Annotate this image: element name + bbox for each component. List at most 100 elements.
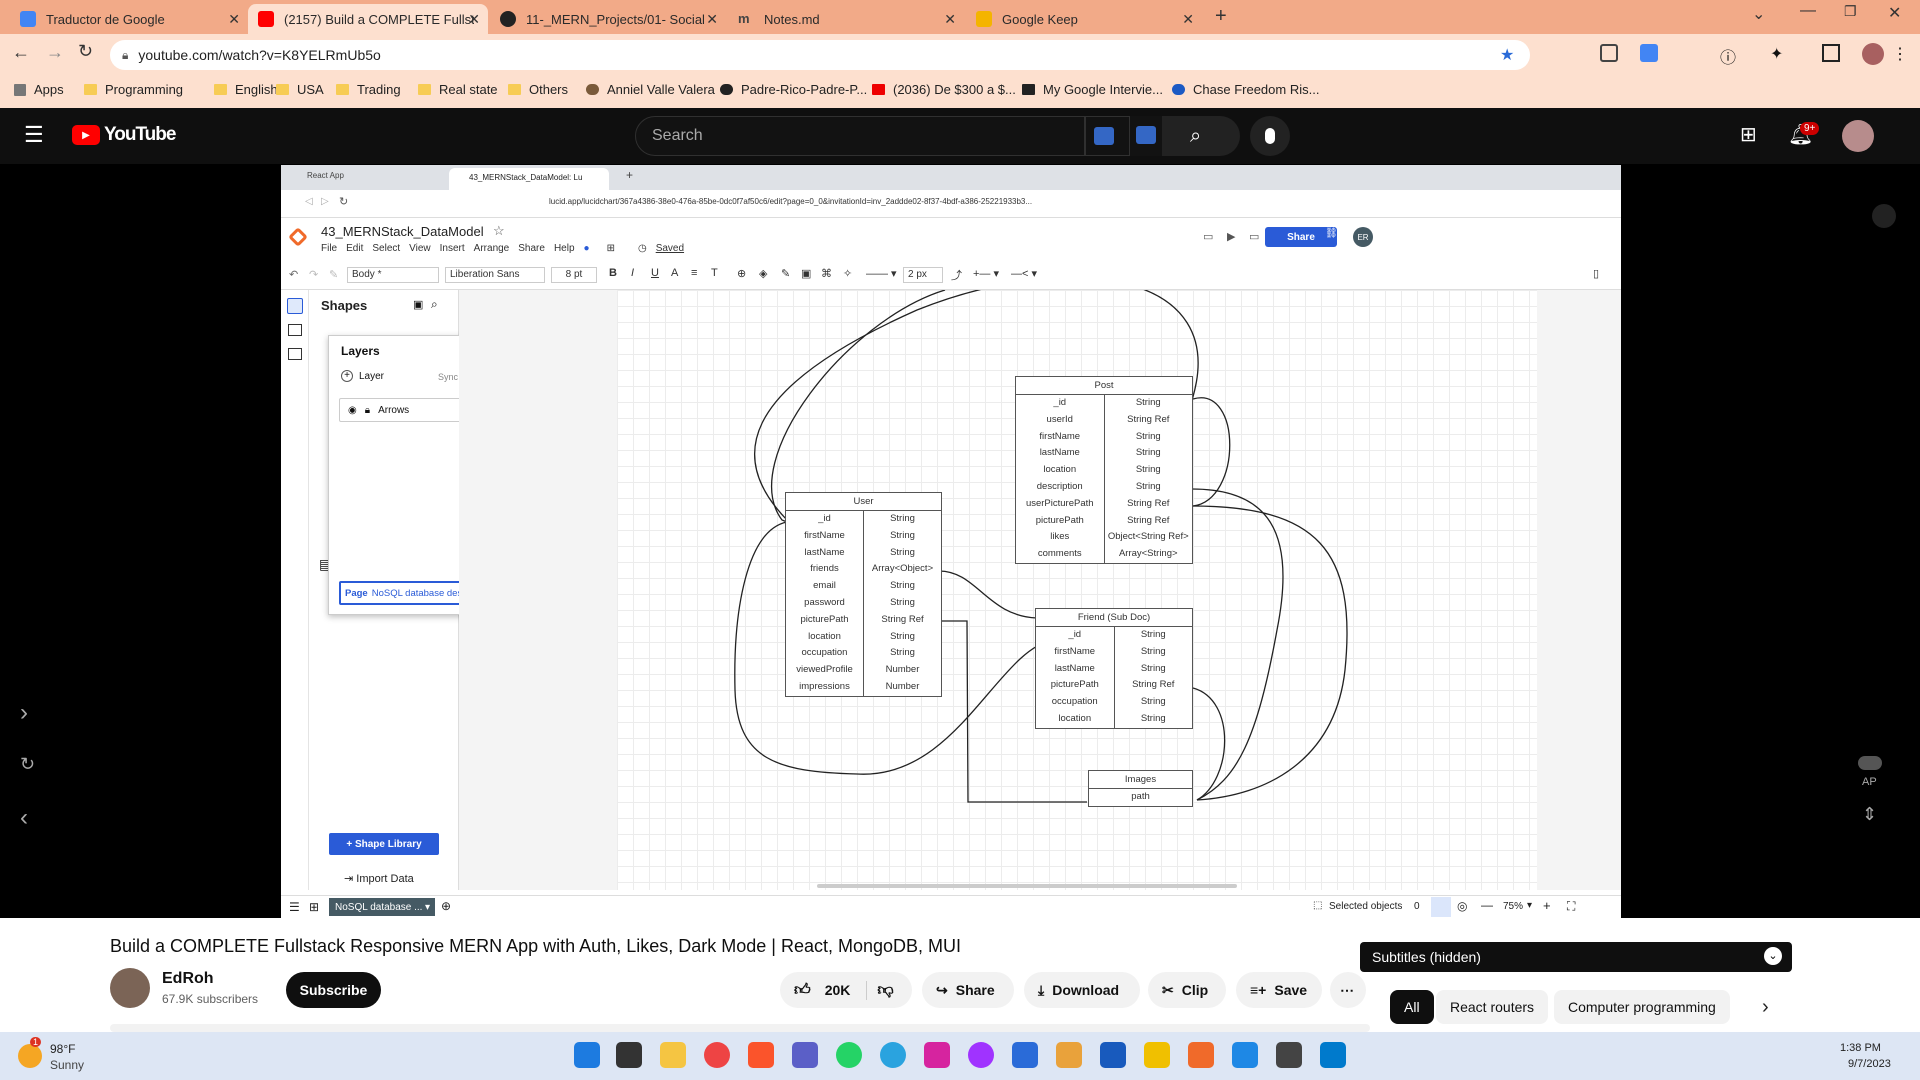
image-icon[interactable]: ▣ [801, 267, 811, 280]
import-data-button[interactable]: ⇥ Import Data [344, 872, 414, 886]
bold-icon[interactable]: B [609, 267, 617, 279]
windows-start-icon[interactable] [574, 1042, 600, 1068]
bookmark-anniel[interactable]: Anniel Valle Valera [586, 82, 715, 97]
bookmark-programming[interactable]: Programming [84, 82, 183, 97]
chevron-down-icon[interactable]: ▾ [425, 902, 430, 913]
inner-reload-icon[interactable]: ↻ [339, 195, 348, 208]
chip-react-routers[interactable]: React routers [1436, 990, 1549, 1024]
bookmark-padre-rico[interactable]: Padre-Rico-Padre-P... [720, 82, 867, 97]
line-shape-icon[interactable]: ⤴ [951, 267, 962, 283]
sidebar-icon[interactable] [1822, 44, 1840, 62]
vscode-icon[interactable] [1320, 1042, 1346, 1068]
youtube-logo[interactable]: ▶ YouTube [72, 124, 176, 146]
image-search-icon[interactable]: ▣ [413, 298, 423, 311]
italic-icon[interactable]: I [631, 267, 634, 279]
entity-post[interactable]: Post _id String userId String Ref firstNam… [1015, 376, 1193, 564]
line-color-icon[interactable]: ✎ [781, 267, 790, 280]
account-avatar[interactable] [1842, 120, 1874, 152]
add-layer-button[interactable]: + Layer [341, 370, 384, 382]
zoom-dropdown-icon[interactable]: ▾ [1527, 900, 1532, 911]
document-title[interactable]: 43_MERNStack_DataModel [321, 224, 484, 239]
url-field[interactable]: 🔒︎ youtube.com/watch?v=K8YELRmUb5o ★ [110, 40, 1530, 70]
entity-user[interactable]: User _id String firstName String lastName S… [785, 492, 942, 697]
inner-tab-lucid[interactable]: 43_MERNStack_DataModel: Lu [449, 168, 609, 190]
task-view-icon[interactable] [616, 1042, 642, 1068]
entity-friend-subdoc[interactable]: Friend (Sub Doc) _id String firstName Stri… [1035, 608, 1193, 729]
page-tab[interactable]: NoSQL database ... ▾ [329, 898, 435, 916]
video-icon[interactable]: ▭ [1249, 230, 1259, 243]
search-icon[interactable]: ⌕ [431, 297, 438, 312]
redo-icon[interactable]: ↷ [309, 268, 318, 281]
replay-icon[interactable]: ↻ [20, 754, 35, 775]
text-options-icon[interactable]: T [711, 267, 718, 279]
line-width-select[interactable]: 2 px [903, 267, 943, 283]
text-color-icon[interactable]: A [671, 267, 678, 279]
menu-select[interactable]: Select [372, 243, 400, 254]
tab-google-keep[interactable]: Google Keep ✕ [966, 4, 1202, 34]
maximize-button[interactable]: ❐ [1844, 3, 1857, 20]
lucid-logo-icon[interactable] [288, 227, 308, 247]
inner-url[interactable]: lucid.app/lucidchart/367a4386-38e0-476a-… [549, 197, 1032, 206]
forward-arrow-icon[interactable]: → [46, 42, 64, 63]
lucid-app-icon[interactable] [1188, 1042, 1214, 1068]
chapters-icon[interactable] [1872, 204, 1896, 228]
word-icon[interactable] [1100, 1042, 1126, 1068]
link-icon[interactable]: ⌘ [821, 267, 832, 280]
font-size-stepper[interactable]: 8 pt [551, 267, 597, 283]
entity-images[interactable]: Images path [1088, 770, 1193, 807]
line-end-select[interactable]: —< ▾ [1011, 267, 1037, 280]
format-painter-icon[interactable]: ✎ [329, 268, 338, 281]
whatsapp-icon[interactable] [836, 1042, 862, 1068]
bookmark-apps[interactable]: Apps [14, 82, 64, 97]
inner-forward-icon[interactable]: ▷ [321, 196, 329, 207]
search-button[interactable]: ⌕ [1162, 116, 1240, 156]
autoplay-toggle[interactable] [1858, 756, 1882, 770]
lock-icon[interactable]: 🔒︎ [365, 405, 370, 416]
menu-edit[interactable]: Edit [346, 243, 363, 254]
subscribe-button[interactable]: Subscribe [286, 972, 381, 1008]
voice-search-button[interactable] [1250, 116, 1290, 156]
keyboard-icon[interactable] [1130, 116, 1162, 156]
chevron-right-icon[interactable]: › [1762, 996, 1769, 1019]
fullscreen-icon[interactable]: ⛶ [1567, 899, 1575, 914]
bookmark-english[interactable]: English [214, 82, 278, 97]
thumbs-down-icon[interactable]: 👎︎ [866, 980, 894, 1000]
menu-share[interactable]: Share [518, 243, 545, 254]
bookmark-trading[interactable]: Trading [336, 82, 401, 97]
weather-icon[interactable] [18, 1044, 42, 1068]
profile-avatar[interactable] [1862, 43, 1884, 65]
zoom-out-icon[interactable]: — [1481, 898, 1493, 912]
panel-toggle-icon[interactable]: ▯ [1593, 267, 1599, 280]
channel-avatar[interactable] [110, 968, 150, 1008]
stack-icon[interactable] [1056, 1042, 1082, 1068]
bookmark-google-interview[interactable]: My Google Intervie... [1022, 82, 1163, 97]
share-button[interactable]: ↪ Share [922, 972, 1014, 1008]
underline-icon[interactable]: U [651, 267, 659, 279]
menu-arrange[interactable]: Arrange [474, 243, 510, 254]
tab-google-translate[interactable]: Traductor de Google ✕ [10, 4, 248, 34]
close-icon[interactable]: ✕ [706, 11, 718, 28]
diagram-canvas[interactable]: Post _id String userId String Ref firstNam… [617, 290, 1537, 890]
save-button[interactable]: ≡+ Save [1236, 972, 1322, 1008]
translate-ext-icon[interactable] [1640, 44, 1658, 62]
instagram-icon[interactable] [924, 1042, 950, 1068]
reload-icon[interactable]: ↻ [78, 41, 93, 62]
close-icon[interactable]: ✕ [1182, 11, 1194, 28]
clip-button[interactable]: ✂ Clip [1148, 972, 1226, 1008]
file-explorer-icon[interactable] [660, 1042, 686, 1068]
horizontal-scrollbar[interactable] [817, 884, 1237, 888]
eye-icon[interactable]: ◉ [348, 405, 357, 416]
channel-name[interactable]: EdRoh [162, 970, 214, 988]
hamburger-menu-icon[interactable]: ☰ [24, 122, 44, 148]
link-icon[interactable]: ⛓ [1325, 228, 1338, 239]
download-button[interactable]: ⤓ Download [1024, 972, 1140, 1008]
fill-color-icon[interactable]: ◈ [759, 267, 767, 280]
data-icon[interactable] [288, 348, 302, 360]
zoom-in-icon[interactable]: + [1543, 898, 1551, 913]
line-start-select[interactable]: +— ▾ [973, 267, 999, 280]
menu-view[interactable]: View [409, 243, 431, 254]
telegram-icon[interactable] [880, 1042, 906, 1068]
star-icon[interactable]: ★ [1500, 45, 1514, 65]
keyboard-translate-icon[interactable] [1085, 116, 1130, 156]
bookmark-others[interactable]: Others [508, 82, 568, 97]
